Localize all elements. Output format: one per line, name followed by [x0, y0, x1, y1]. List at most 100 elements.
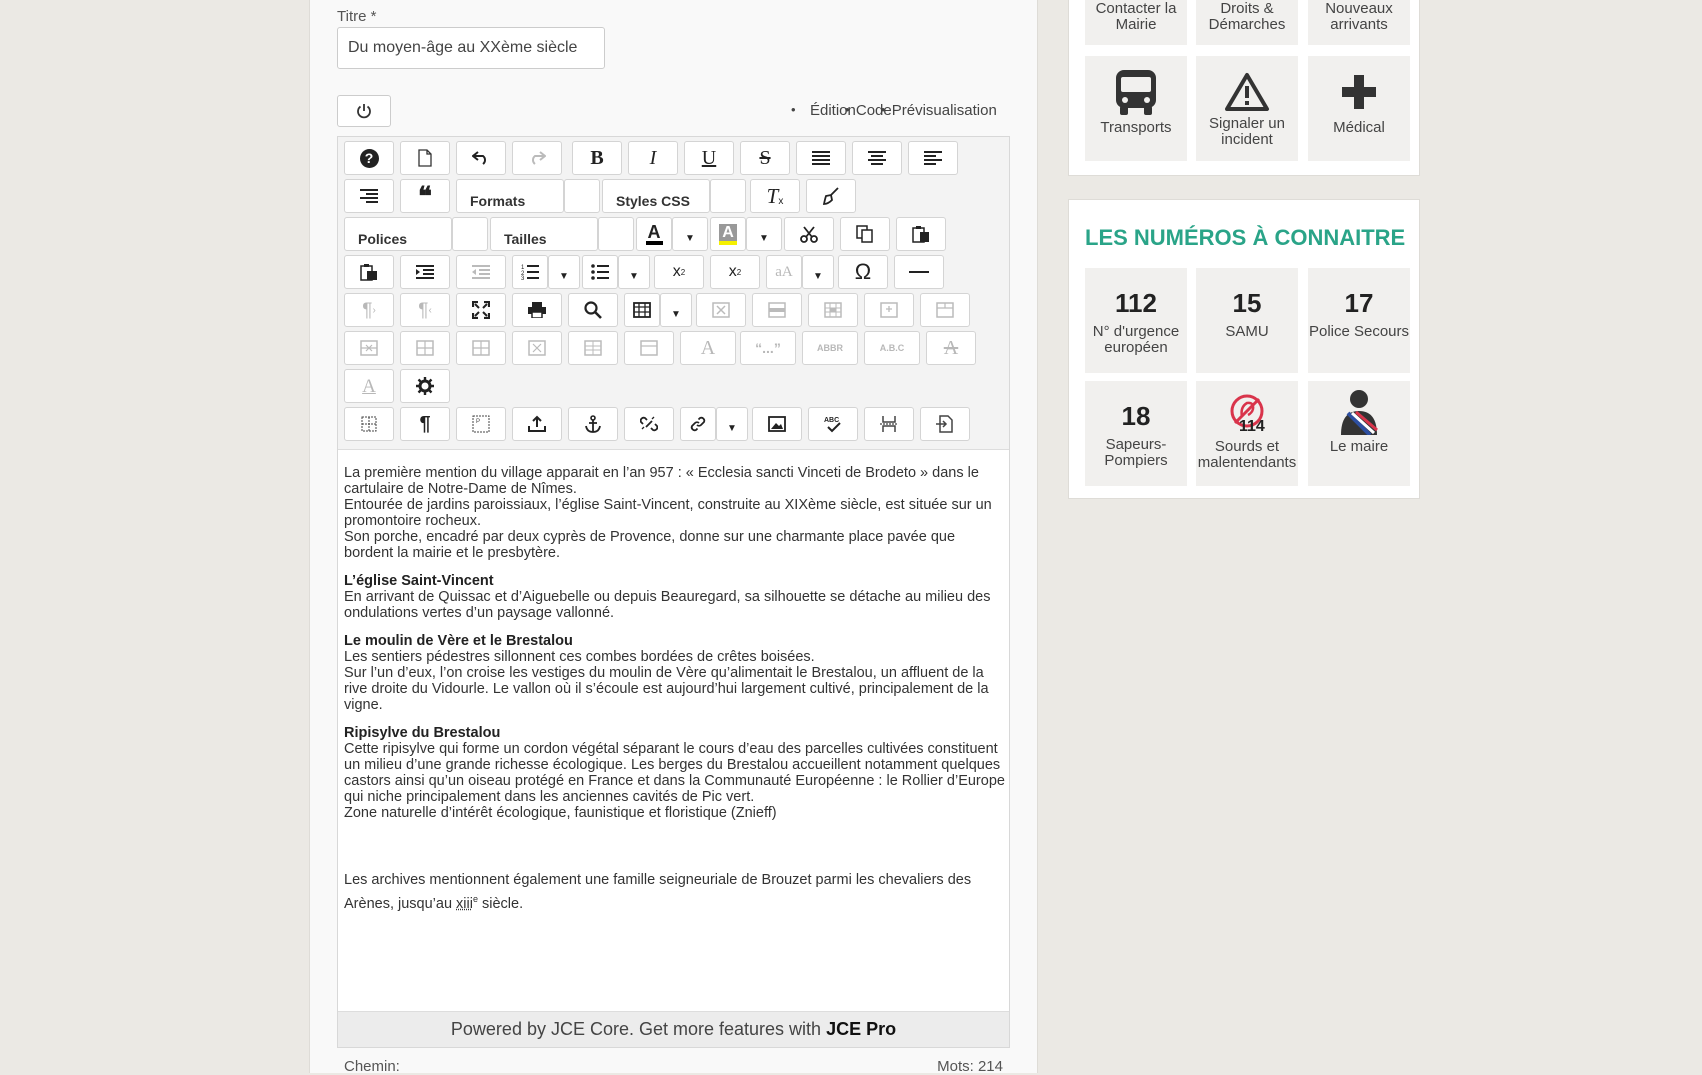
- rtl-button[interactable]: ¶ ‹: [400, 293, 450, 327]
- redo-button[interactable]: [512, 141, 562, 175]
- tile-contact-mairie[interactable]: Contacter la Mairie: [1085, 0, 1187, 45]
- tile-medical[interactable]: Médical: [1308, 56, 1410, 161]
- tile-nouveaux-arrivants[interactable]: Nouveaux arrivants: [1308, 0, 1410, 45]
- insert-tag-button[interactable]: A: [344, 369, 394, 403]
- new-document-button[interactable]: [400, 141, 450, 175]
- upload-button[interactable]: [512, 407, 562, 441]
- tile-number-18[interactable]: 18 Sapeurs-Pompiers: [1085, 381, 1187, 486]
- delete-tag-button[interactable]: A: [926, 331, 976, 365]
- text-color-button[interactable]: A: [636, 217, 672, 251]
- page-break-button[interactable]: [864, 407, 914, 441]
- insert-col-before-button[interactable]: [400, 331, 450, 365]
- fullscreen-button[interactable]: [456, 293, 506, 327]
- horizontal-rule-button[interactable]: [894, 255, 944, 289]
- sizes-dropdown[interactable]: Tailles: [490, 217, 598, 251]
- indent-button[interactable]: [400, 255, 450, 289]
- ordered-list-dropdown[interactable]: ▼: [548, 255, 580, 289]
- insert-row-before-button[interactable]: [864, 293, 914, 327]
- tab-code[interactable]: Code: [856, 102, 892, 119]
- align-center-button[interactable]: [852, 141, 902, 175]
- link-dropdown[interactable]: ▼: [716, 407, 748, 441]
- block-visual-button[interactable]: P: [456, 407, 506, 441]
- clear-formatting-button[interactable]: Tx: [750, 179, 800, 213]
- style-button[interactable]: A: [680, 331, 736, 365]
- settings-button[interactable]: [400, 369, 450, 403]
- text-color-dropdown[interactable]: ▼: [672, 217, 708, 251]
- acronym-button[interactable]: A.B.C: [864, 331, 920, 365]
- superscript-button[interactable]: x2: [710, 255, 760, 289]
- abbr-button[interactable]: ABBR: [802, 331, 858, 365]
- tile-droits-demarches[interactable]: Droits & Démarches: [1196, 0, 1298, 45]
- delete-col-icon: [528, 340, 546, 356]
- quote-inline-button[interactable]: “...”: [740, 331, 796, 365]
- jce-pro-link[interactable]: JCE Pro: [826, 1019, 896, 1040]
- align-right-button[interactable]: [344, 179, 394, 213]
- table-cell-props-button[interactable]: [808, 293, 858, 327]
- tile-number-15[interactable]: 15 SAMU: [1196, 268, 1298, 373]
- tile-number-112[interactable]: 112 N° d'urgence européen: [1085, 268, 1187, 373]
- fonts-dropdown[interactable]: Polices: [344, 217, 452, 251]
- delete-table-button[interactable]: [696, 293, 746, 327]
- italic-button[interactable]: I: [628, 141, 678, 175]
- table-button[interactable]: [624, 293, 660, 327]
- gear-icon: [416, 377, 434, 395]
- fontsize-button[interactable]: aA: [766, 255, 802, 289]
- copy-button[interactable]: [840, 217, 890, 251]
- outdent-button[interactable]: [456, 255, 506, 289]
- editor-content-area[interactable]: La première mention du village apparait …: [344, 465, 1006, 914]
- tile-le-maire[interactable]: Le maire: [1308, 381, 1410, 486]
- undo-button[interactable]: [456, 141, 506, 175]
- show-blocks-button[interactable]: ¶: [400, 407, 450, 441]
- image-button[interactable]: [752, 407, 802, 441]
- delete-row-button[interactable]: [344, 331, 394, 365]
- tile-signaler-incident[interactable]: Signaler un incident: [1196, 56, 1298, 161]
- read-more-button[interactable]: [920, 407, 970, 441]
- justify-button[interactable]: [796, 141, 846, 175]
- insert-row-after-button[interactable]: [920, 293, 970, 327]
- paste-text-button[interactable]: [344, 255, 394, 289]
- fontsize-dropdown[interactable]: ▼: [802, 255, 834, 289]
- editor-toggle-button[interactable]: [337, 95, 391, 127]
- ltr-button[interactable]: ¶ ›: [344, 293, 394, 327]
- insert-col-after-button[interactable]: [456, 331, 506, 365]
- visual-aid-button[interactable]: [344, 407, 394, 441]
- merge-cells-button[interactable]: [624, 331, 674, 365]
- search-button[interactable]: [568, 293, 618, 327]
- table-row-props-button[interactable]: [752, 293, 802, 327]
- print-button[interactable]: [512, 293, 562, 327]
- bold-button[interactable]: B: [572, 141, 622, 175]
- align-left-button[interactable]: [908, 141, 958, 175]
- subscript-button[interactable]: x2: [654, 255, 704, 289]
- tile-number-17[interactable]: 17 Police Secours: [1308, 268, 1410, 373]
- fonts-dropdown-toggle[interactable]: [452, 217, 488, 251]
- strikethrough-button[interactable]: S: [740, 141, 790, 175]
- cut-button[interactable]: [784, 217, 834, 251]
- styles-dropdown[interactable]: Styles CSS: [602, 179, 710, 213]
- ordered-list-button[interactable]: 123: [512, 255, 548, 289]
- tile-transports[interactable]: Transports: [1085, 56, 1187, 161]
- spellcheck-button[interactable]: ABC: [808, 407, 858, 441]
- underline-button[interactable]: U: [684, 141, 734, 175]
- cleanup-button[interactable]: [806, 179, 856, 213]
- styles-dropdown-toggle[interactable]: [710, 179, 746, 213]
- tile-number-114[interactable]: 114 Sourds et malentendants: [1196, 381, 1298, 486]
- special-char-button[interactable]: Ω: [838, 255, 888, 289]
- formats-dropdown-toggle[interactable]: [564, 179, 600, 213]
- table-dropdown[interactable]: ▼: [660, 293, 692, 327]
- paste-button[interactable]: [896, 217, 946, 251]
- link-button[interactable]: [680, 407, 716, 441]
- tab-preview[interactable]: Prévisualisation: [892, 102, 997, 119]
- bullet-list-dropdown[interactable]: ▼: [618, 255, 650, 289]
- highlight-color-dropdown[interactable]: ▼: [746, 217, 782, 251]
- highlight-color-button[interactable]: A: [710, 217, 746, 251]
- bullet-list-button[interactable]: [582, 255, 618, 289]
- help-button[interactable]: ?: [344, 141, 394, 175]
- formats-dropdown[interactable]: Formats: [456, 179, 564, 213]
- delete-col-button[interactable]: [512, 331, 562, 365]
- anchor-button[interactable]: [568, 407, 618, 441]
- unlink-button[interactable]: [624, 407, 674, 441]
- title-input[interactable]: [337, 27, 605, 69]
- split-cells-button[interactable]: [568, 331, 618, 365]
- blockquote-button[interactable]: ❝: [400, 179, 450, 213]
- sizes-dropdown-toggle[interactable]: [598, 217, 634, 251]
